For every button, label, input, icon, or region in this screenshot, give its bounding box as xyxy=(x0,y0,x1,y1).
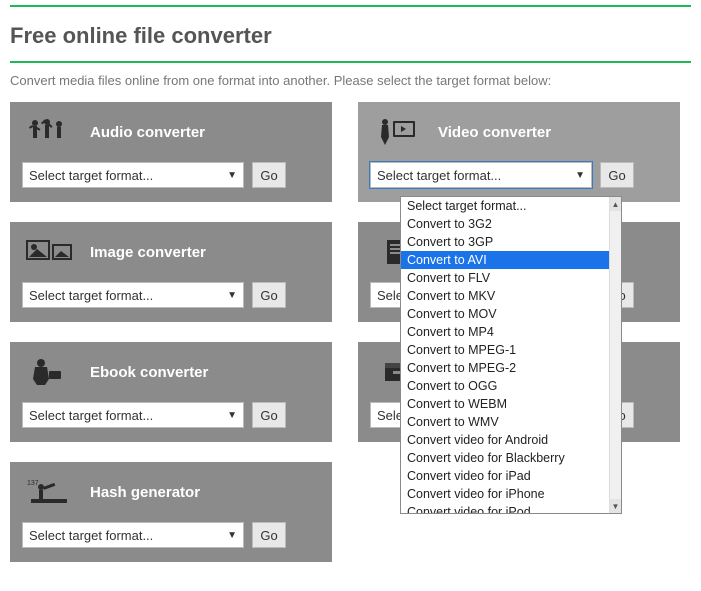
video-option[interactable]: Convert to MPEG-2 xyxy=(401,359,609,377)
chevron-down-icon: ▼ xyxy=(227,530,237,541)
chevron-down-icon: ▼ xyxy=(227,170,237,181)
presenter-screen-icon xyxy=(370,116,424,148)
card-audio: Audio converter Select target format... … xyxy=(10,102,332,202)
video-option[interactable]: Convert to WEBM xyxy=(401,395,609,413)
card-hash: 137 Hash generator Select target format.… xyxy=(10,462,332,562)
video-option[interactable]: Convert to MP4 xyxy=(401,323,609,341)
svg-text:137: 137 xyxy=(27,480,39,487)
select-value: Select target format... xyxy=(29,168,153,183)
select-value: Select target format... xyxy=(377,168,501,183)
select-value: Select target format... xyxy=(29,288,153,303)
video-option[interactable]: Convert video for iPod xyxy=(401,503,609,514)
dropdown-scrollbar[interactable]: ▲ ▼ xyxy=(609,197,621,513)
chevron-down-icon: ▼ xyxy=(575,170,585,181)
card-video: Video converter Select target format... … xyxy=(358,102,680,202)
video-option[interactable]: Convert to WMV xyxy=(401,413,609,431)
converter-grid: Audio converter Select target format... … xyxy=(0,102,701,562)
card-title-image: Image converter xyxy=(90,244,206,261)
video-format-dropdown[interactable]: Select target format...Convert to 3G2Con… xyxy=(400,196,622,514)
scroll-up-icon[interactable]: ▲ xyxy=(610,197,621,211)
person-reading-icon xyxy=(22,356,76,388)
hash-go-button[interactable]: Go xyxy=(252,522,286,548)
card-image: Image converter Select target format... … xyxy=(10,222,332,322)
video-option[interactable]: Convert to FLV xyxy=(401,269,609,287)
video-option[interactable]: Convert to 3G2 xyxy=(401,215,609,233)
page-title: Free online file converter xyxy=(0,7,701,61)
ebook-format-select[interactable]: Select target format... ▼ xyxy=(22,402,244,428)
video-option[interactable]: Convert to 3GP xyxy=(401,233,609,251)
image-go-button[interactable]: Go xyxy=(252,282,286,308)
title-divider xyxy=(10,61,691,63)
video-option[interactable]: Convert to AVI xyxy=(401,251,609,269)
hash-format-select[interactable]: Select target format... ▼ xyxy=(22,522,244,548)
video-option[interactable]: Convert video for iPad xyxy=(401,467,609,485)
video-option[interactable]: Convert to MPEG-1 xyxy=(401,341,609,359)
card-title-video: Video converter xyxy=(438,124,551,141)
video-option[interactable]: Select target format... xyxy=(401,197,609,215)
video-go-button[interactable]: Go xyxy=(600,162,634,188)
video-format-select[interactable]: Select target format... ▼ xyxy=(370,162,592,188)
ebook-go-button[interactable]: Go xyxy=(252,402,286,428)
intro-text: Convert media files online from one form… xyxy=(0,73,701,102)
video-option[interactable]: Convert to OGG xyxy=(401,377,609,395)
video-option[interactable]: Convert video for iPhone xyxy=(401,485,609,503)
video-option[interactable]: Convert video for Android xyxy=(401,431,609,449)
chevron-down-icon: ▼ xyxy=(227,290,237,301)
card-title-audio: Audio converter xyxy=(90,124,205,141)
card-title-ebook: Ebook converter xyxy=(90,364,208,381)
video-option[interactable]: Convert to MOV xyxy=(401,305,609,323)
card-title-hash: Hash generator xyxy=(90,484,200,501)
people-dancing-icon xyxy=(22,116,76,148)
picture-frames-icon xyxy=(22,236,76,268)
video-option[interactable]: Convert video for Blackberry xyxy=(401,449,609,467)
video-option[interactable]: Convert to MKV xyxy=(401,287,609,305)
card-ebook: Ebook converter Select target format... … xyxy=(10,342,332,442)
select-value: Select target format... xyxy=(29,408,153,423)
scroll-down-icon[interactable]: ▼ xyxy=(610,499,621,513)
chevron-down-icon: ▼ xyxy=(227,410,237,421)
select-value: Select target format... xyxy=(29,528,153,543)
image-format-select[interactable]: Select target format... ▼ xyxy=(22,282,244,308)
audio-format-select[interactable]: Select target format... ▼ xyxy=(22,162,244,188)
audio-go-button[interactable]: Go xyxy=(252,162,286,188)
hammer-numbers-icon: 137 xyxy=(22,476,76,508)
